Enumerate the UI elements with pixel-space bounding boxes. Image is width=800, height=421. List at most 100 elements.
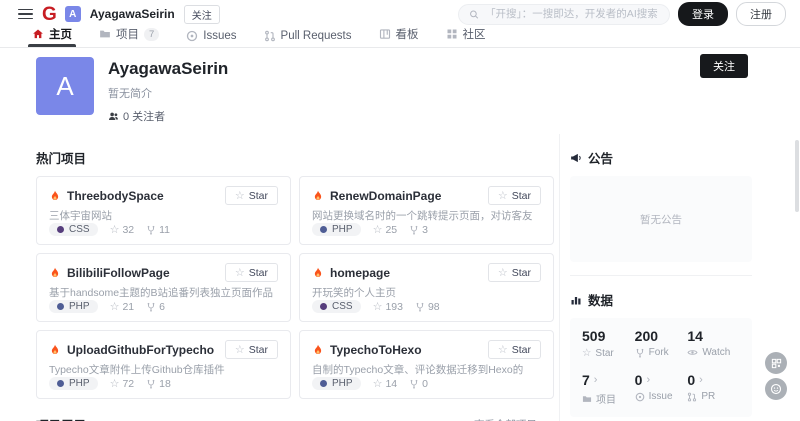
menu-icon[interactable] [18, 9, 33, 20]
register-button[interactable]: 注册 [736, 2, 786, 26]
divider [570, 275, 752, 276]
star-button[interactable]: ☆ Star [225, 186, 278, 205]
stat-projects[interactable]: 7› 项目 [582, 372, 635, 406]
showcase-title: 项目展示 [36, 415, 86, 421]
fork-icon [409, 379, 419, 389]
language-label: CSS [332, 301, 353, 312]
star-count[interactable]: ☆21 [110, 300, 135, 313]
tab-board[interactable]: 看板 [379, 26, 419, 47]
feedback-float-button[interactable] [765, 352, 787, 374]
followers-count: 0 关注者 [123, 108, 165, 124]
flame-icon [312, 344, 324, 356]
qr-code-icon [771, 358, 782, 369]
language-pill: CSS [312, 300, 361, 313]
username[interactable]: AyagawaSeirin [90, 7, 175, 21]
profile-header: A AyagawaSeirin 暂无简介 0 关注者 关注 [0, 48, 800, 134]
language-pill: PHP [312, 377, 361, 390]
scrollbar-thumb[interactable] [795, 140, 799, 212]
star-count[interactable]: ☆72 [110, 377, 135, 390]
star-icon: ☆ [235, 189, 245, 202]
repo-name-link[interactable]: TypechoToHexo [330, 343, 422, 357]
gitee-logo[interactable]: G [42, 5, 56, 24]
fork-count[interactable]: 11 [146, 224, 170, 236]
tab-community[interactable]: 社区 [446, 26, 486, 47]
star-button-label: Star [512, 344, 531, 356]
tab-issues[interactable]: Issues [186, 30, 236, 47]
announcement-title-row: 公告 [570, 148, 752, 167]
profile-nav: 主页 项目 7 Issues Pull Requests 看板 社区 [0, 28, 800, 48]
language-dot [57, 380, 64, 387]
tab-home-label: 主页 [49, 26, 72, 42]
followers-row[interactable]: 0 关注者 [108, 108, 228, 124]
tab-board-label: 看板 [396, 26, 419, 42]
star-button[interactable]: ☆Star [488, 186, 541, 205]
star-count[interactable]: ☆25 [373, 223, 398, 236]
search-box[interactable] [458, 4, 670, 25]
language-dot [320, 380, 327, 387]
stats-title: 数据 [588, 290, 613, 309]
service-float-button[interactable] [765, 378, 787, 400]
stat-prs[interactable]: 0› PR [687, 372, 740, 406]
star-icon: ☆ [110, 223, 120, 236]
repo-name-link[interactable]: BilibiliFollowPage [67, 266, 170, 280]
star-icon: ☆ [110, 377, 120, 390]
tab-issues-label: Issues [203, 30, 236, 42]
announcement-empty-text: 暂无公告 [640, 212, 682, 227]
profile-name: AyagawaSeirin [108, 59, 228, 79]
login-button[interactable]: 登录 [678, 2, 728, 26]
tab-home[interactable]: 主页 [32, 26, 72, 47]
fork-icon [415, 302, 425, 312]
issue-icon [186, 30, 198, 42]
star-button[interactable]: ☆Star [225, 340, 278, 359]
fork-icon [146, 302, 156, 312]
tab-projects[interactable]: 项目 7 [99, 26, 159, 47]
projects-count-badge: 7 [144, 28, 159, 41]
star-count[interactable]: ☆14 [373, 377, 398, 390]
issue-icon [635, 392, 645, 402]
tab-pull-requests[interactable]: Pull Requests [264, 30, 352, 47]
search-input[interactable] [485, 8, 659, 20]
follow-button[interactable]: 关注 [700, 54, 748, 78]
repo-name-link[interactable]: homepage [330, 266, 390, 280]
star-count[interactable]: ☆193 [373, 300, 403, 313]
star-button-label: Star [249, 344, 268, 356]
star-button-label: Star [249, 267, 268, 279]
star-button[interactable]: ☆Star [488, 340, 541, 359]
announcement-icon [570, 152, 582, 164]
flame-icon [312, 267, 324, 279]
stat-watch[interactable]: 14 Watch [687, 328, 740, 359]
language-pill: CSS [49, 223, 98, 236]
stats-title-row: 数据 [570, 290, 752, 309]
top-bar: G A AyagawaSeirin 关注 登录 注册 [0, 0, 800, 28]
tab-community-label: 社区 [463, 26, 486, 42]
fork-count[interactable]: 0 [409, 378, 428, 390]
fork-count[interactable]: 6 [146, 301, 165, 313]
repo-card: ThreebodySpace ☆ Star 三体宇宙网站 CSS ☆32 11 [36, 176, 291, 245]
repo-description: 三体宇宙网站 [49, 209, 278, 223]
profile-avatar[interactable]: A [36, 57, 94, 115]
view-all-projects-link[interactable]: 查看全部项目 > [474, 417, 546, 421]
stat-fork[interactable]: 200 Fork [635, 328, 688, 359]
repo-name-link[interactable]: RenewDomainPage [330, 189, 441, 203]
star-button-label: Star [249, 190, 268, 202]
stat-issues[interactable]: 0› Issue [635, 372, 688, 406]
repo-card: RenewDomainPage ☆Star 网站更换域名时的一个跳转提示页面，对… [299, 176, 554, 245]
profile-info: AyagawaSeirin 暂无简介 0 关注者 [108, 57, 228, 124]
star-button[interactable]: ☆Star [488, 263, 541, 282]
top-bar-right: 登录 注册 [458, 2, 786, 26]
avatar[interactable]: A [65, 6, 81, 22]
stat-star[interactable]: 509 ☆Star [582, 328, 635, 359]
star-button[interactable]: ☆Star [225, 263, 278, 282]
follow-chip-button[interactable]: 关注 [184, 5, 220, 24]
repo-name-link[interactable]: UploadGithubForTypecho [67, 343, 214, 357]
fork-count[interactable]: 98 [415, 301, 440, 313]
repo-name-link[interactable]: ThreebodySpace [67, 189, 164, 203]
pull-request-icon [687, 392, 697, 402]
star-count[interactable]: ☆32 [110, 223, 135, 236]
profile-bio: 暂无简介 [108, 85, 228, 101]
language-dot [57, 226, 64, 233]
home-icon [32, 28, 44, 40]
fork-count[interactable]: 3 [409, 224, 428, 236]
fork-count[interactable]: 18 [146, 378, 171, 390]
repo-card: homepage ☆Star 开玩笑的个人主页 CSS ☆193 98 [299, 253, 554, 322]
